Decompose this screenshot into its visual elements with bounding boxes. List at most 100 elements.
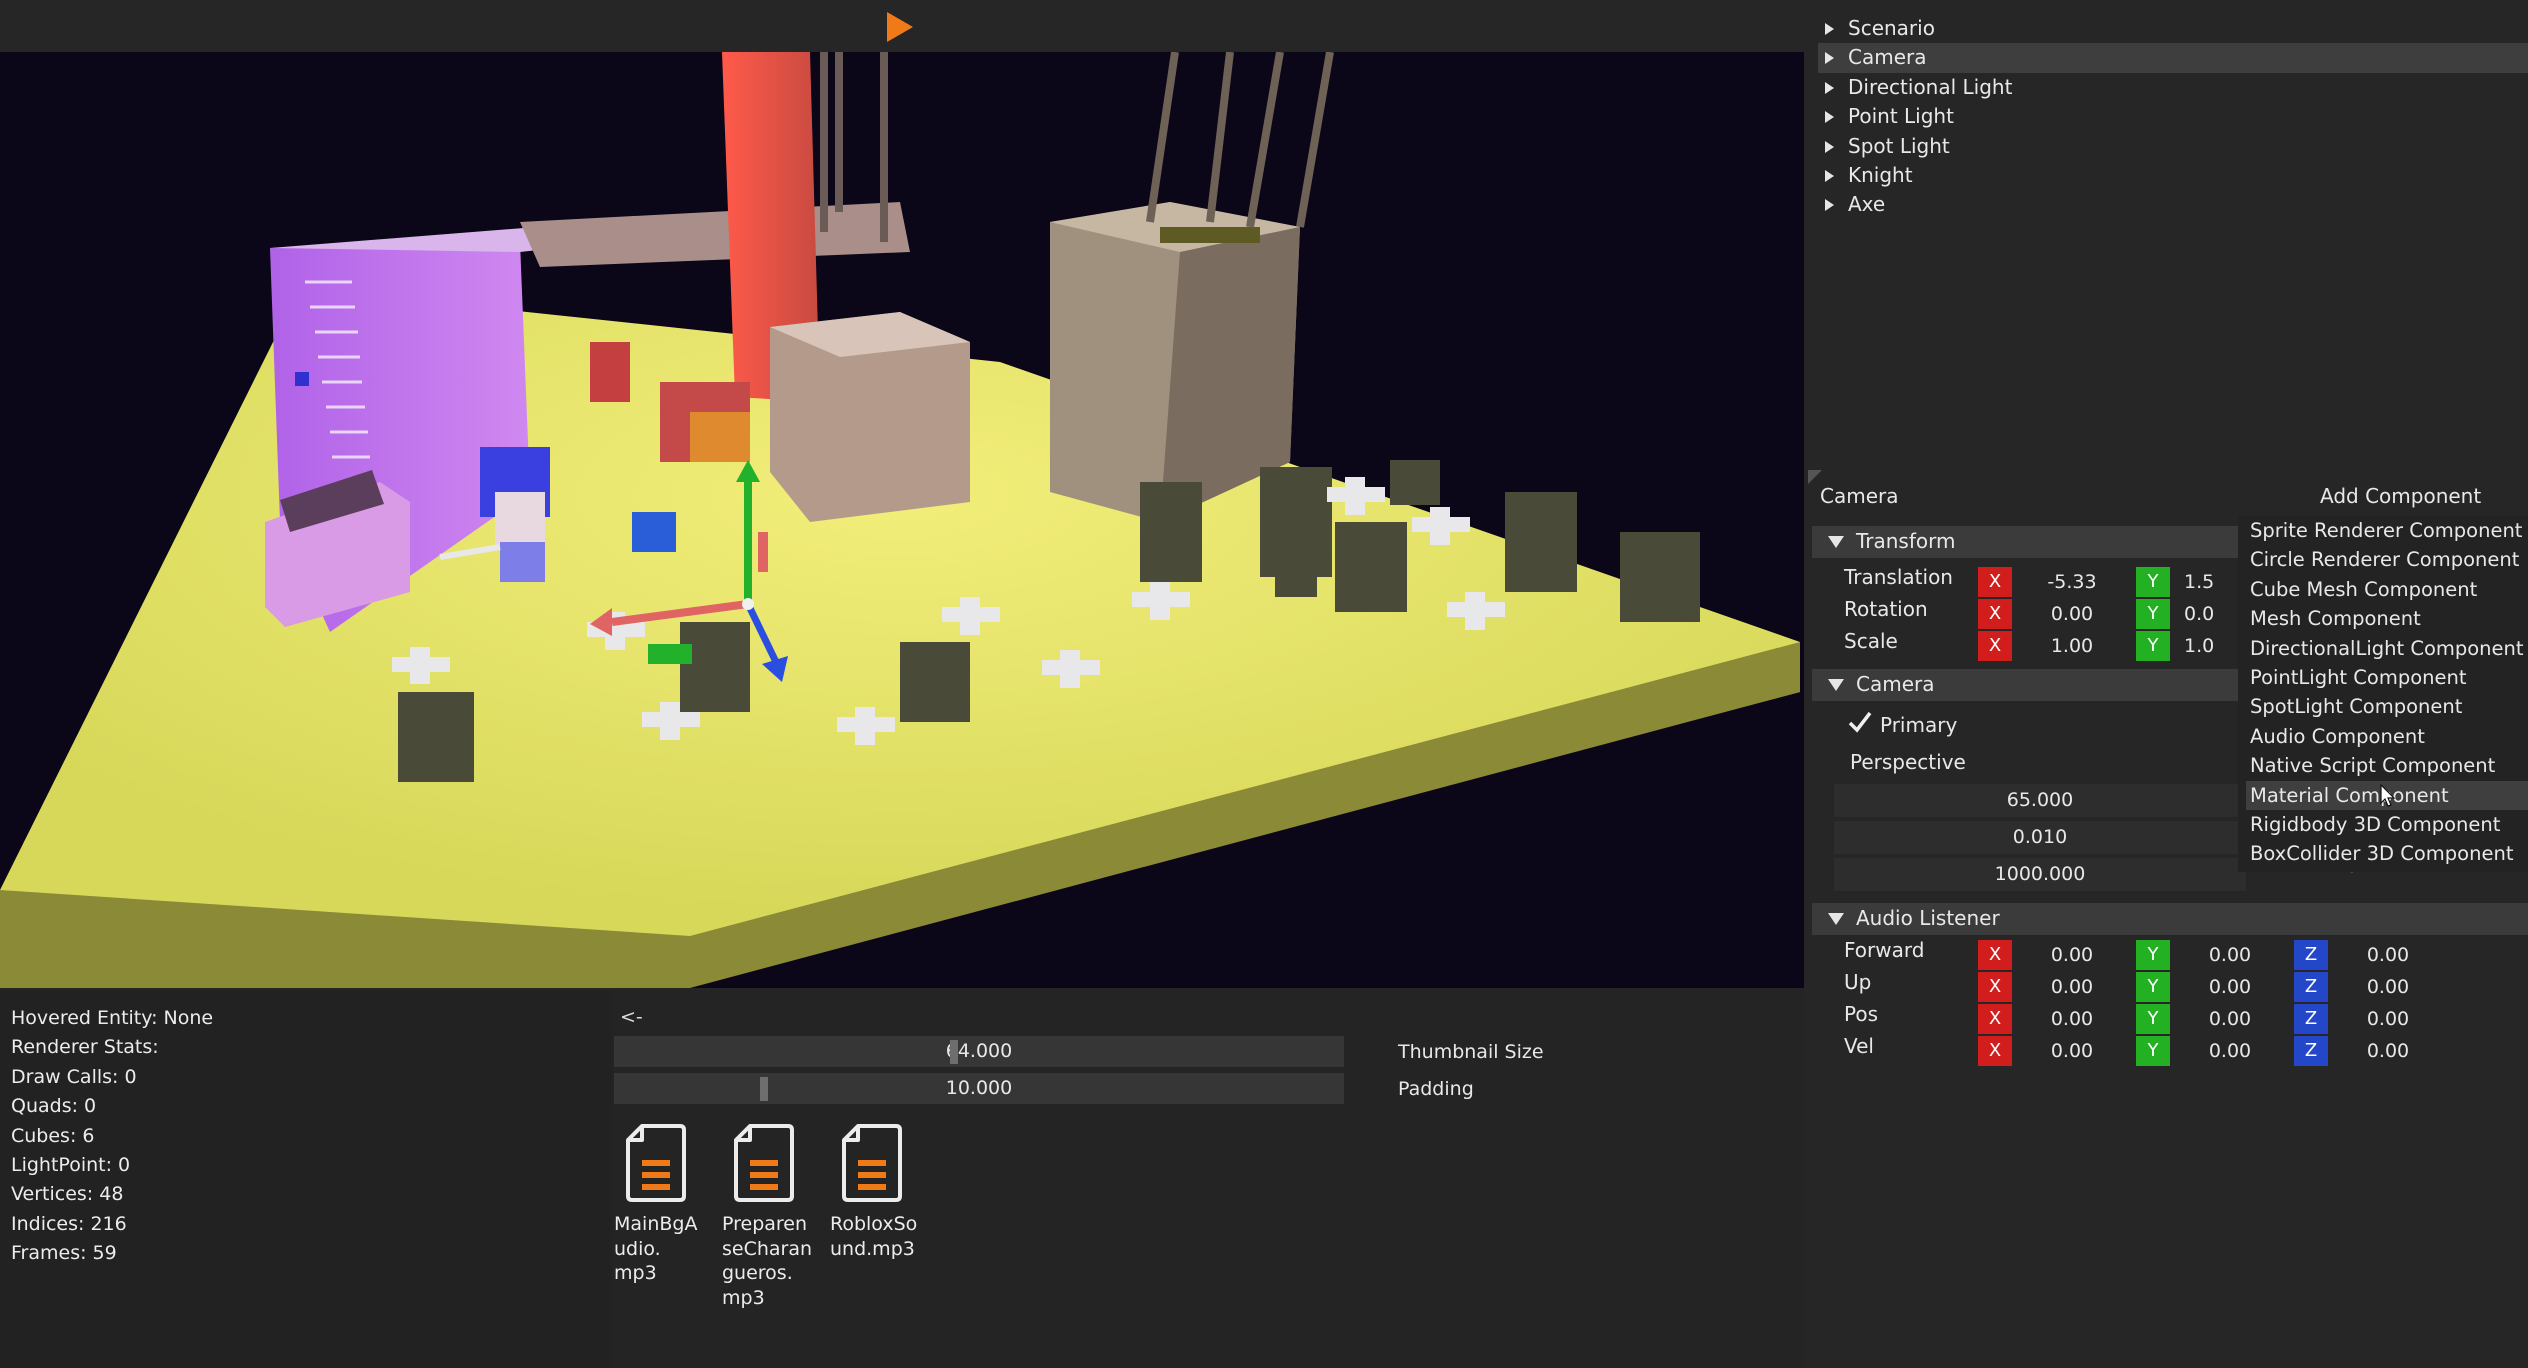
expand-arrow-icon[interactable] — [1825, 111, 1834, 124]
expand-arrow-icon[interactable] — [1825, 52, 1834, 65]
add-component-button[interactable]: Add Component — [2320, 484, 2481, 508]
slider-handle[interactable] — [949, 1040, 958, 1064]
file-item[interactable]: RobloxSo und.mp3 — [828, 1122, 926, 1261]
scale-y-button[interactable]: Y — [2136, 631, 2170, 661]
forward-y-input[interactable]: 0.00 — [2170, 940, 2290, 970]
forward-z-input[interactable]: 0.00 — [2328, 940, 2448, 970]
pos-y-input[interactable]: 0.00 — [2170, 1004, 2290, 1034]
menu-item-audio-component[interactable]: Audio Component — [2238, 722, 2528, 751]
back-button[interactable]: <- — [620, 1006, 643, 1028]
hierarchy-item-camera[interactable]: Camera — [1818, 43, 2528, 73]
file-item[interactable]: Preparen seCharan gueros. mp3 — [720, 1122, 818, 1310]
thumbnail-size-value: 64.000 — [945, 1040, 1013, 1062]
up-x-button[interactable]: X — [1978, 972, 2012, 1002]
vel-y-button[interactable]: Y — [2136, 1036, 2170, 1066]
translation-y-input[interactable]: 1.5 — [2170, 567, 2220, 597]
frames-stat: Frames: 59 — [11, 1242, 117, 1265]
pos-y-button[interactable]: Y — [2136, 1004, 2170, 1034]
pos-x-button[interactable]: X — [1978, 1004, 2012, 1034]
up-x-input[interactable]: 0.00 — [2012, 972, 2132, 1002]
resize-grip-icon[interactable] — [1808, 470, 1822, 484]
menu-item-circle-renderer-component[interactable]: Circle Renderer Component — [2238, 545, 2528, 574]
expand-arrow-icon[interactable] — [1825, 140, 1834, 153]
scale-y-input[interactable]: 1.0 — [2170, 631, 2220, 661]
fov-input[interactable]: 65.000 — [1834, 784, 2246, 817]
menu-item-boxcollider-3d-component[interactable]: BoxCollider 3D Component — [2238, 839, 2528, 868]
up-z-button[interactable]: Z — [2294, 972, 2328, 1002]
padding-slider[interactable]: 10.000 — [614, 1073, 1344, 1104]
add-component-dropdown: Sprite Renderer Component Circle Renderer… — [2238, 516, 2528, 872]
vel-z-input[interactable]: 0.00 — [2328, 1036, 2448, 1066]
forward-x-input[interactable]: 0.00 — [2012, 940, 2132, 970]
thumbnail-size-slider[interactable]: 64.000 — [614, 1036, 1344, 1067]
audio-file-icon — [842, 1124, 902, 1202]
translation-x-button[interactable]: X — [1978, 567, 2012, 597]
menu-item-rigidbody-3d-component[interactable]: Rigidbody 3D Component — [2238, 810, 2528, 839]
forward-y-button[interactable]: Y — [2136, 940, 2170, 970]
pos-x-input[interactable]: 0.00 — [2012, 1004, 2132, 1034]
camera-section-header[interactable]: Camera — [1812, 669, 2246, 701]
pos-z-input[interactable]: 0.00 — [2328, 1004, 2448, 1034]
menu-item-sprite-renderer-component[interactable]: Sprite Renderer Component — [2238, 516, 2528, 545]
expand-arrow-icon[interactable] — [1825, 23, 1834, 35]
rotation-x-input[interactable]: 0.00 — [2012, 599, 2132, 629]
checkmark-icon[interactable] — [1848, 708, 1872, 736]
translation-x-input[interactable]: -5.33 — [2012, 567, 2132, 597]
scene-hierarchy: Scenario Camera Directional Light Point Lig… — [1804, 14, 2528, 220]
collapse-triangle-icon — [1828, 536, 1844, 548]
toolbar — [0, 0, 1804, 52]
projection-type-combo[interactable]: Perspective — [1850, 750, 1966, 774]
rotation-x-button[interactable]: X — [1978, 599, 2012, 629]
transform-section-header[interactable]: Transform — [1812, 526, 2246, 558]
vel-z-button[interactable]: Z — [2294, 1036, 2328, 1066]
near-clip-input[interactable]: 0.010 — [1834, 821, 2246, 854]
hierarchy-item-point-light[interactable]: Point Light — [1804, 102, 2528, 131]
vel-x-input[interactable]: 0.00 — [2012, 1036, 2132, 1066]
menu-item-spotlight-component[interactable]: SpotLight Component — [2238, 692, 2528, 721]
pos-z-button[interactable]: Z — [2294, 1004, 2328, 1034]
hierarchy-item-label: Point Light — [1848, 104, 1954, 129]
hierarchy-item-axe[interactable]: Axe — [1804, 190, 2528, 219]
menu-item-native-script-component[interactable]: Native Script Component — [2238, 751, 2528, 780]
hierarchy-item-scenario[interactable]: Scenario — [1804, 14, 2528, 43]
vel-label: Vel — [1844, 1034, 1874, 1058]
audio-listener-section-header[interactable]: Audio Listener — [1812, 903, 2528, 935]
hierarchy-item-directional-light[interactable]: Directional Light — [1804, 73, 2528, 102]
vel-x-button[interactable]: X — [1978, 1036, 2012, 1066]
vel-y-input[interactable]: 0.00 — [2170, 1036, 2290, 1066]
menu-item-cube-mesh-component[interactable]: Cube Mesh Component — [2238, 575, 2528, 604]
forward-z-button[interactable]: Z — [2294, 940, 2328, 970]
rotation-y-button[interactable]: Y — [2136, 599, 2170, 629]
hierarchy-item-spot-light[interactable]: Spot Light — [1804, 132, 2528, 161]
scale-x-input[interactable]: 1.00 — [2012, 631, 2132, 661]
rotation-y-input[interactable]: 0.0 — [2170, 599, 2220, 629]
forward-x-button[interactable]: X — [1978, 940, 2012, 970]
vertices-stat: Vertices: 48 — [11, 1183, 124, 1206]
hierarchy-item-label: Knight — [1848, 162, 1913, 187]
play-icon[interactable] — [882, 10, 916, 44]
hierarchy-item-label: Directional Light — [1848, 74, 2013, 99]
audio-file-icon — [626, 1124, 686, 1202]
content-browser-panel: <- 64.000 Thumbnail Size 10.000 Padding … — [612, 990, 1804, 1368]
expand-arrow-icon[interactable] — [1825, 199, 1834, 212]
menu-item-directionallight-component[interactable]: DirectionalLight Component — [2238, 634, 2528, 663]
scene-viewport[interactable] — [0, 52, 1804, 988]
translation-y-button[interactable]: Y — [2136, 567, 2170, 597]
up-z-input[interactable]: 0.00 — [2328, 972, 2448, 1002]
up-y-button[interactable]: Y — [2136, 972, 2170, 1002]
file-item[interactable]: MainBgA udio. mp3 — [612, 1122, 710, 1286]
menu-item-pointlight-component[interactable]: PointLight Component — [2238, 663, 2528, 692]
expand-arrow-icon[interactable] — [1825, 169, 1834, 182]
slider-handle[interactable] — [760, 1077, 768, 1101]
hovered-entity-text: Hovered Entity: None — [11, 1007, 214, 1029]
scale-x-button[interactable]: X — [1978, 631, 2012, 661]
panel-divider[interactable] — [1804, 470, 2528, 484]
expand-arrow-icon[interactable] — [1825, 81, 1834, 94]
renderer-stats-panel: Hovered Entity: None Renderer Stats: Dra… — [0, 990, 612, 1368]
far-clip-input[interactable]: 1000.000 — [1834, 858, 2246, 891]
pos-label: Pos — [1844, 1002, 1879, 1026]
entity-name-field[interactable]: Camera — [1820, 484, 1899, 508]
menu-item-mesh-component[interactable]: Mesh Component — [2238, 604, 2528, 633]
up-y-input[interactable]: 0.00 — [2170, 972, 2290, 1002]
hierarchy-item-knight[interactable]: Knight — [1804, 161, 2528, 190]
